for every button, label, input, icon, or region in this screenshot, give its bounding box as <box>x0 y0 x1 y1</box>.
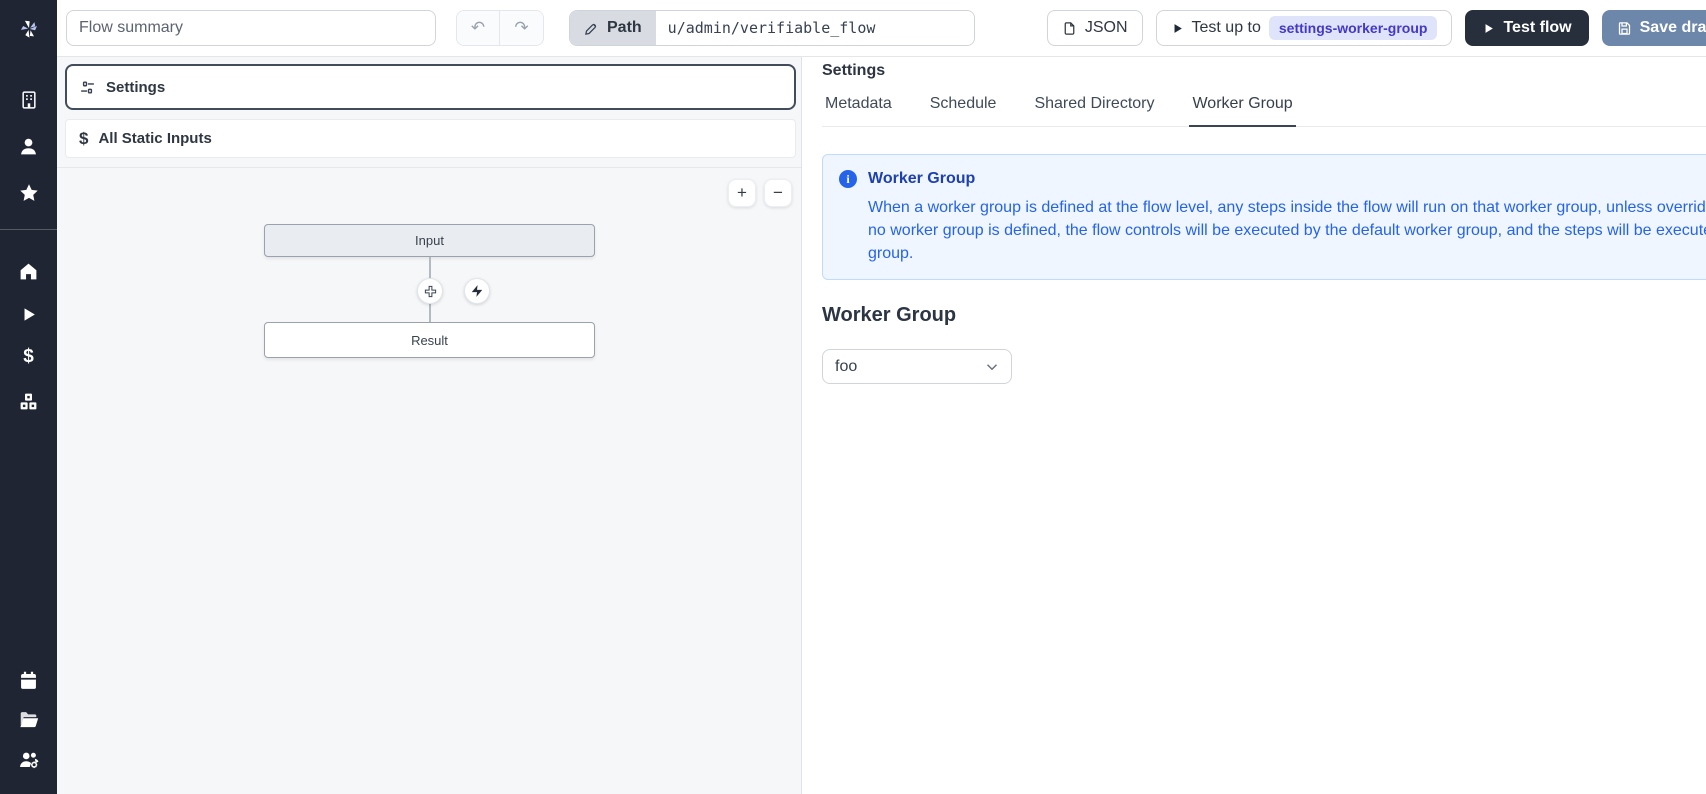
star-icon[interactable] <box>0 178 57 208</box>
settings-panel-title: Settings <box>822 62 1706 80</box>
lightning-icon <box>470 284 484 298</box>
json-button[interactable]: JSON <box>1047 10 1143 46</box>
worker-group-info-box: i Worker Group When a worker group is de… <box>822 154 1706 280</box>
user-icon[interactable] <box>0 131 57 161</box>
chevron-down-icon <box>983 358 1001 376</box>
plus-cross-icon <box>423 284 438 299</box>
content: Settings $ All Static Inputs + − Input <box>57 57 1706 794</box>
worker-group-heading: Worker Group <box>822 304 1706 327</box>
path-label: Path <box>607 19 642 37</box>
undo-button[interactable]: ↶ <box>457 11 500 45</box>
save-draft-button[interactable]: Save draft <box>1602 10 1706 46</box>
flow-summary-input[interactable] <box>66 10 436 46</box>
file-json-icon <box>1062 21 1077 36</box>
trigger-button[interactable] <box>464 278 490 304</box>
all-static-inputs-item[interactable]: $ All Static Inputs <box>65 119 796 158</box>
info-body: When a worker group is defined at the fl… <box>868 196 1706 265</box>
undo-redo-group: ↶ ↷ <box>456 10 544 46</box>
flow-settings-item[interactable]: Settings <box>65 64 796 110</box>
path-group: Path <box>569 10 975 46</box>
sliders-icon <box>79 79 96 96</box>
path-input[interactable] <box>656 11 974 45</box>
flow-graph-panel: Settings $ All Static Inputs + − Input <box>57 57 802 794</box>
windmill-logo-icon[interactable] <box>0 8 57 50</box>
dollar-icon[interactable]: $ <box>0 342 57 372</box>
zoom-controls: + − <box>728 179 792 207</box>
topbar: ↶ ↷ Path JSON Test up to <box>57 0 1706 57</box>
test-up-to-target-badge: settings-worker-group <box>1269 16 1438 40</box>
pencil-icon <box>584 21 599 36</box>
tab-schedule[interactable]: Schedule <box>927 95 1000 127</box>
tab-worker-group[interactable]: Worker Group <box>1189 95 1295 127</box>
dollar-static-icon: $ <box>79 129 88 149</box>
play-icon[interactable] <box>0 299 57 329</box>
redo-button[interactable]: ↷ <box>500 11 543 45</box>
sidebar-divider <box>0 229 57 230</box>
building-icon[interactable] <box>0 85 57 115</box>
home-icon[interactable] <box>0 256 57 286</box>
save-icon <box>1617 21 1632 36</box>
info-title: Worker Group <box>868 170 975 188</box>
flow-node-result[interactable]: Result <box>264 322 595 358</box>
settings-tabs: Metadata Schedule Shared Directory Worke… <box>822 95 1706 127</box>
play-white-icon <box>1482 22 1495 35</box>
path-edit-button[interactable]: Path <box>570 11 656 45</box>
tab-metadata[interactable]: Metadata <box>822 95 895 127</box>
test-flow-button[interactable]: Test flow <box>1465 10 1588 46</box>
worker-group-select[interactable]: foo <box>822 349 1012 384</box>
flow-editor-window: $ <box>0 0 1706 794</box>
boxes-icon[interactable] <box>0 386 57 416</box>
calendar-icon[interactable] <box>0 665 57 695</box>
app-sidebar: $ <box>0 0 57 794</box>
flow-canvas[interactable]: + − Input Result <box>57 168 801 794</box>
tab-shared-directory[interactable]: Shared Directory <box>1031 95 1157 127</box>
add-step-button[interactable] <box>417 278 443 304</box>
flow-node-input[interactable]: Input <box>264 224 595 257</box>
folder-open-icon[interactable] <box>0 704 57 734</box>
info-header: i Worker Group <box>839 170 1706 188</box>
settings-panel: Settings Metadata Schedule Shared Direct… <box>802 57 1706 794</box>
flow-panel-header: Settings $ All Static Inputs <box>57 57 801 168</box>
info-icon: i <box>839 170 857 188</box>
test-up-to-button[interactable]: Test up to settings-worker-group <box>1156 10 1453 46</box>
play-small-icon <box>1171 22 1184 35</box>
users-settings-icon[interactable] <box>0 745 57 775</box>
zoom-in-button[interactable]: + <box>728 179 756 207</box>
zoom-out-button[interactable]: − <box>764 179 792 207</box>
worker-group-select-value: foo <box>835 358 857 376</box>
